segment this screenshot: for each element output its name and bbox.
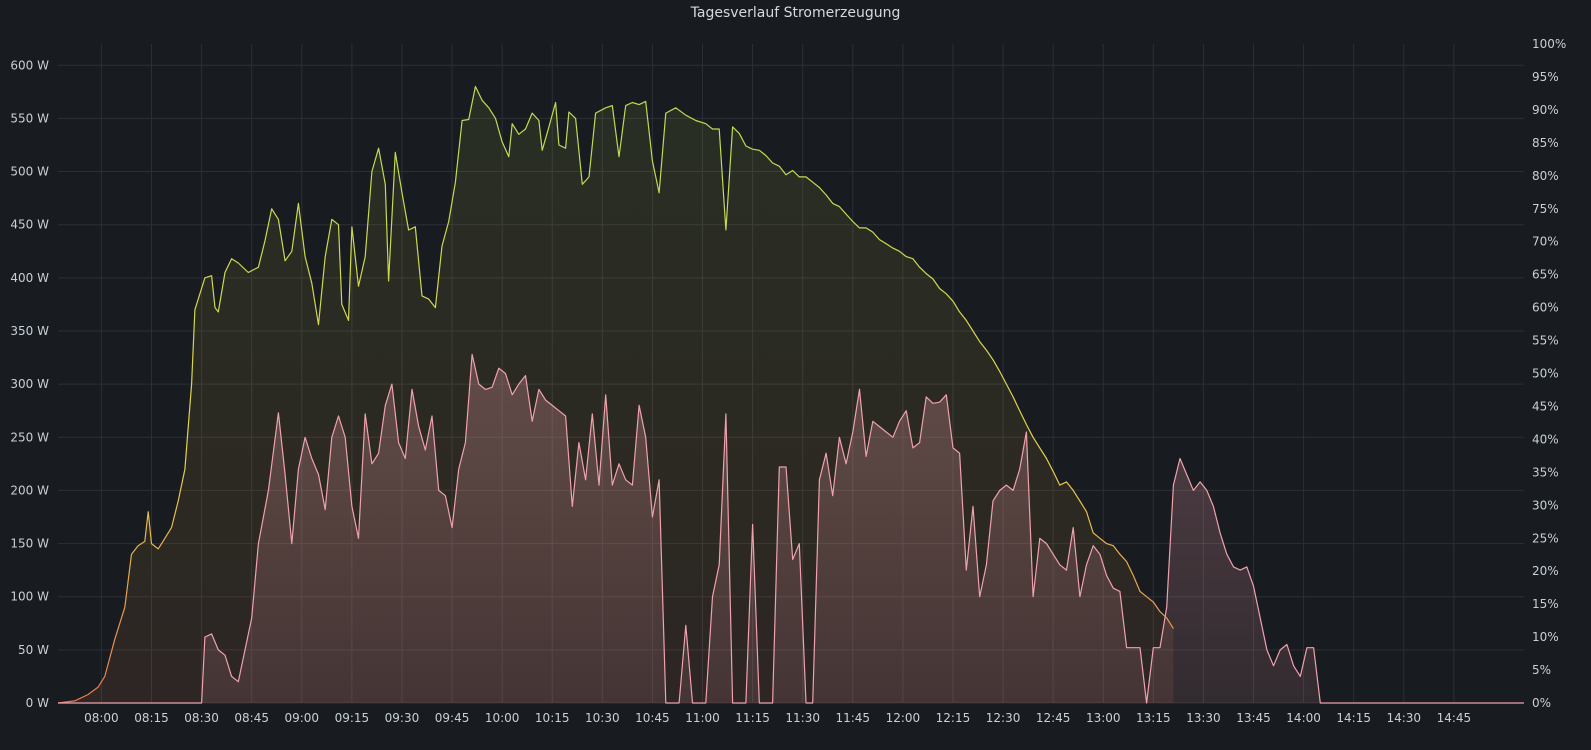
x-tick-label: 09:15 — [335, 711, 370, 725]
y-right-tick-label: 20% — [1532, 564, 1559, 578]
x-tick-label: 11:30 — [785, 711, 820, 725]
y-right-tick-label: 90% — [1532, 103, 1559, 117]
x-tick-label: 08:30 — [184, 711, 219, 725]
x-tick-label: 13:00 — [1086, 711, 1121, 725]
y-right-tick-label: 75% — [1532, 202, 1559, 216]
x-tick-label: 14:30 — [1386, 711, 1421, 725]
y-right-tick-label: 0% — [1532, 696, 1551, 710]
y-right-tick-label: 95% — [1532, 70, 1559, 84]
x-tick-label: 09:45 — [435, 711, 470, 725]
x-tick-label: 08:15 — [134, 711, 169, 725]
y-left-tick-label: 300 W — [10, 377, 49, 391]
x-tick-label: 12:45 — [1036, 711, 1071, 725]
y-left-tick-label: 450 W — [10, 218, 49, 232]
y-right-tick-label: 55% — [1532, 334, 1559, 348]
x-tick-label: 12:00 — [886, 711, 921, 725]
y-left-tick-label: 350 W — [10, 324, 49, 338]
y-right-tick-label: 60% — [1532, 301, 1559, 315]
x-axis: 08:00 08:15 08:30 08:45 09:00 09:15 09:30 09:45… — [84, 711, 1471, 725]
x-tick-label: 08:00 — [84, 711, 119, 725]
y-right-tick-label: 35% — [1532, 465, 1559, 479]
y-left-tick-label: 150 W — [10, 537, 49, 551]
y-right-tick-label: 45% — [1532, 399, 1559, 413]
series-areas — [58, 86, 1524, 703]
x-tick-label: 10:30 — [585, 711, 620, 725]
x-tick-label: 11:00 — [685, 711, 720, 725]
y-left-tick-label: 100 W — [10, 590, 49, 604]
chart-panel: Tagesverlauf Stromerzeugung 0 W 50 W 100 W… — [0, 0, 1591, 750]
y-right-tick-label: 50% — [1532, 367, 1559, 381]
x-tick-label: 13:30 — [1186, 711, 1221, 725]
x-tick-label: 11:15 — [735, 711, 770, 725]
x-tick-label: 09:00 — [284, 711, 319, 725]
y-right-tick-label: 65% — [1532, 268, 1559, 282]
y-right-tick-label: 25% — [1532, 531, 1559, 545]
x-tick-label: 14:45 — [1437, 711, 1472, 725]
x-tick-label: 08:45 — [234, 711, 269, 725]
x-tick-label: 10:15 — [535, 711, 570, 725]
x-tick-label: 10:00 — [485, 711, 520, 725]
y-right-tick-label: 40% — [1532, 432, 1559, 446]
y-right-tick-label: 80% — [1532, 169, 1559, 183]
y-right-tick-label: 70% — [1532, 235, 1559, 249]
y-right-tick-label: 85% — [1532, 136, 1559, 150]
area-chart: 0 W 50 W 100 W 150 W 200 W 250 W 300 W 350 W 400… — [10, 37, 1566, 725]
y-left-tick-label: 550 W — [10, 111, 49, 125]
x-tick-label: 13:45 — [1236, 711, 1271, 725]
y-axis-left: 0 W 50 W 100 W 150 W 200 W 250 W 300 W 350 W 400… — [10, 58, 49, 710]
y-right-tick-label: 15% — [1532, 597, 1559, 611]
x-tick-label: 12:30 — [986, 711, 1021, 725]
y-left-tick-label: 0 W — [26, 696, 49, 710]
y-left-tick-label: 250 W — [10, 430, 49, 444]
y-right-tick-label: 30% — [1532, 498, 1559, 512]
y-left-tick-label: 50 W — [18, 643, 49, 657]
x-tick-label: 14:00 — [1286, 711, 1321, 725]
y-right-tick-label: 10% — [1532, 630, 1559, 644]
x-tick-label: 11:45 — [835, 711, 870, 725]
x-tick-label: 10:45 — [635, 711, 670, 725]
x-tick-label: 12:15 — [936, 711, 971, 725]
x-tick-label: 09:30 — [385, 711, 420, 725]
y-left-tick-label: 200 W — [10, 483, 49, 497]
y-right-tick-label: 100% — [1532, 37, 1566, 51]
y-left-tick-label: 400 W — [10, 271, 49, 285]
y-axis-right: 0% 5% 10% 15% 20% 25% 30% 35% 40% 45% 50% 55% 60% 65%… — [1532, 37, 1566, 710]
x-tick-label: 13:15 — [1136, 711, 1171, 725]
y-right-tick-label: 5% — [1532, 663, 1551, 677]
y-left-tick-label: 500 W — [10, 165, 49, 179]
y-left-tick-label: 600 W — [10, 58, 49, 72]
x-tick-label: 14:15 — [1336, 711, 1371, 725]
